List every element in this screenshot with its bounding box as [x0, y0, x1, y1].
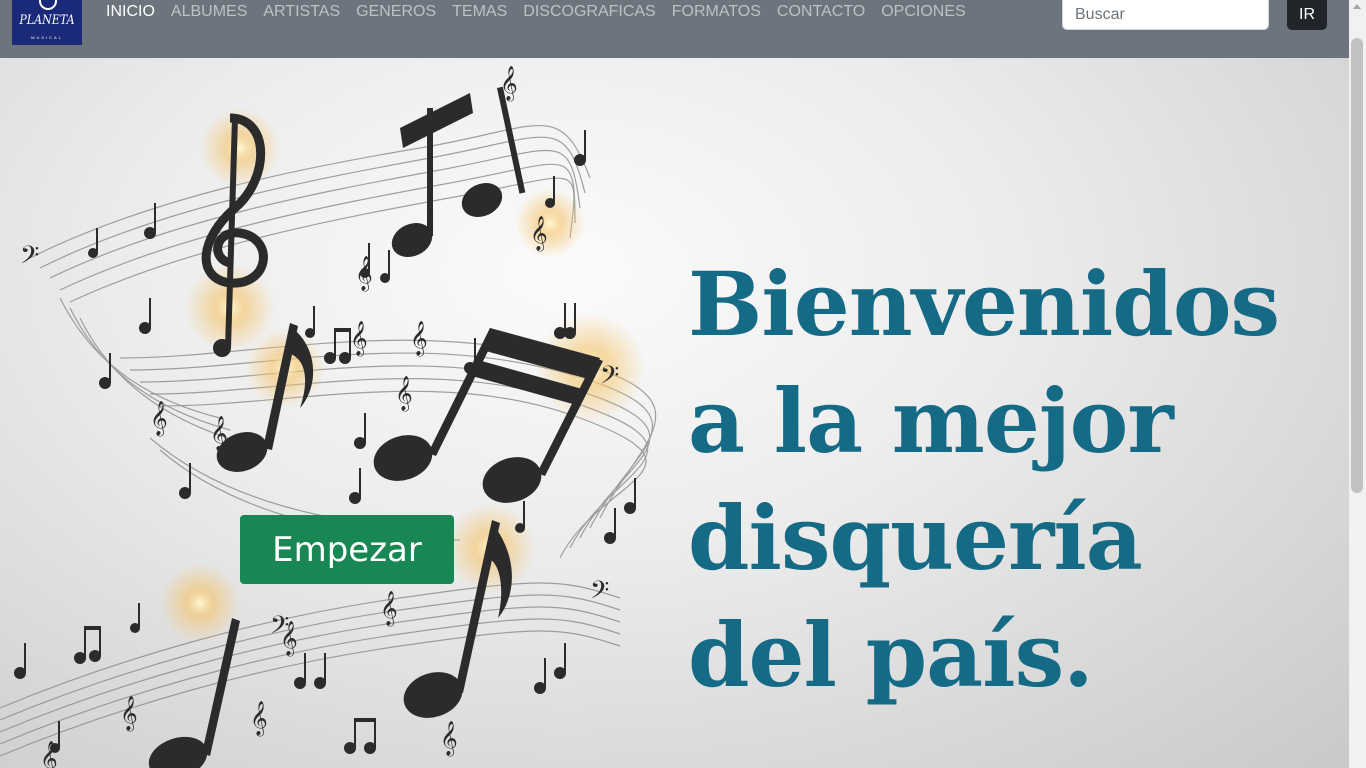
- svg-text:𝄞: 𝄞: [500, 66, 518, 102]
- svg-text:𝄞: 𝄞: [210, 416, 228, 452]
- svg-text:𝄞: 𝄞: [410, 321, 428, 357]
- scrollbar-thumb[interactable]: [1351, 38, 1363, 493]
- headline-line-1: Bienvenidos: [688, 252, 1280, 356]
- search-input[interactable]: [1062, 0, 1269, 30]
- nav-item-generos[interactable]: GENEROS: [356, 3, 436, 21]
- headline-line-4: del país.: [688, 603, 1094, 707]
- hero-banner: 𝄞 𝄞 𝄞 𝄞 𝄞 𝄞 𝄞 𝄞 𝄞 𝄞 𝄞 𝄞 𝄞 𝄞 𝄢 𝄢 𝄢 𝄢 Bien…: [0, 58, 1349, 768]
- nav-item-inicio[interactable]: INICIO: [106, 3, 155, 21]
- welcome-headline: Bienvenidos a la mejor disquería del paí…: [688, 246, 1328, 714]
- navbar: PLANETA MUSICAL INICIO ALBUMES ARTISTAS …: [0, 0, 1349, 58]
- brand-name: PLANETA: [19, 13, 75, 28]
- svg-text:𝄢: 𝄢: [600, 361, 619, 396]
- svg-text:𝄞: 𝄞: [350, 321, 368, 357]
- svg-text:𝄞: 𝄞: [355, 256, 373, 292]
- svg-text:𝄞: 𝄞: [440, 721, 458, 757]
- svg-text:𝄢: 𝄢: [20, 241, 39, 276]
- nav-item-discograficas[interactable]: DISCOGRAFICAS: [523, 3, 655, 21]
- nav-item-opciones[interactable]: OPCIONES: [881, 3, 965, 21]
- search-button[interactable]: IR: [1287, 0, 1327, 30]
- logo-emblem-icon: [39, 0, 57, 10]
- start-button[interactable]: Empezar: [240, 515, 454, 584]
- svg-text:𝄢: 𝄢: [270, 611, 289, 646]
- nav-item-temas[interactable]: TEMAS: [452, 3, 507, 21]
- scroll-up-arrow-icon[interactable]: [1353, 4, 1361, 9]
- svg-text:𝄞: 𝄞: [395, 376, 413, 412]
- svg-text:𝄞: 𝄞: [530, 216, 548, 252]
- svg-text:𝄞: 𝄞: [250, 701, 268, 737]
- nav-item-albumes[interactable]: ALBUMES: [171, 3, 247, 21]
- svg-text:𝄞: 𝄞: [380, 591, 398, 627]
- svg-text:𝄞: 𝄞: [150, 401, 168, 437]
- svg-text:𝄞: 𝄞: [120, 696, 138, 732]
- nav-item-formatos[interactable]: FORMATOS: [672, 3, 761, 21]
- nav-item-artistas[interactable]: ARTISTAS: [263, 3, 340, 21]
- main-nav: INICIO ALBUMES ARTISTAS GENEROS TEMAS DI…: [106, 3, 982, 21]
- page-scrollbar[interactable]: [1349, 0, 1366, 768]
- svg-text:𝄢: 𝄢: [590, 576, 609, 611]
- music-notes-illustration: 𝄞 𝄞 𝄞 𝄞 𝄞 𝄞 𝄞 𝄞 𝄞 𝄞 𝄞 𝄞 𝄞 𝄞 𝄢 𝄢 𝄢 𝄢: [0, 66, 657, 768]
- brand-subtitle: MUSICAL: [31, 35, 63, 40]
- nav-item-contacto[interactable]: CONTACTO: [777, 3, 865, 21]
- svg-text:𝄞: 𝄞: [40, 741, 58, 768]
- headline-line-3: disquería: [688, 486, 1143, 590]
- brand-logo[interactable]: PLANETA MUSICAL: [12, 0, 82, 45]
- headline-line-2: a la mejor: [688, 369, 1174, 473]
